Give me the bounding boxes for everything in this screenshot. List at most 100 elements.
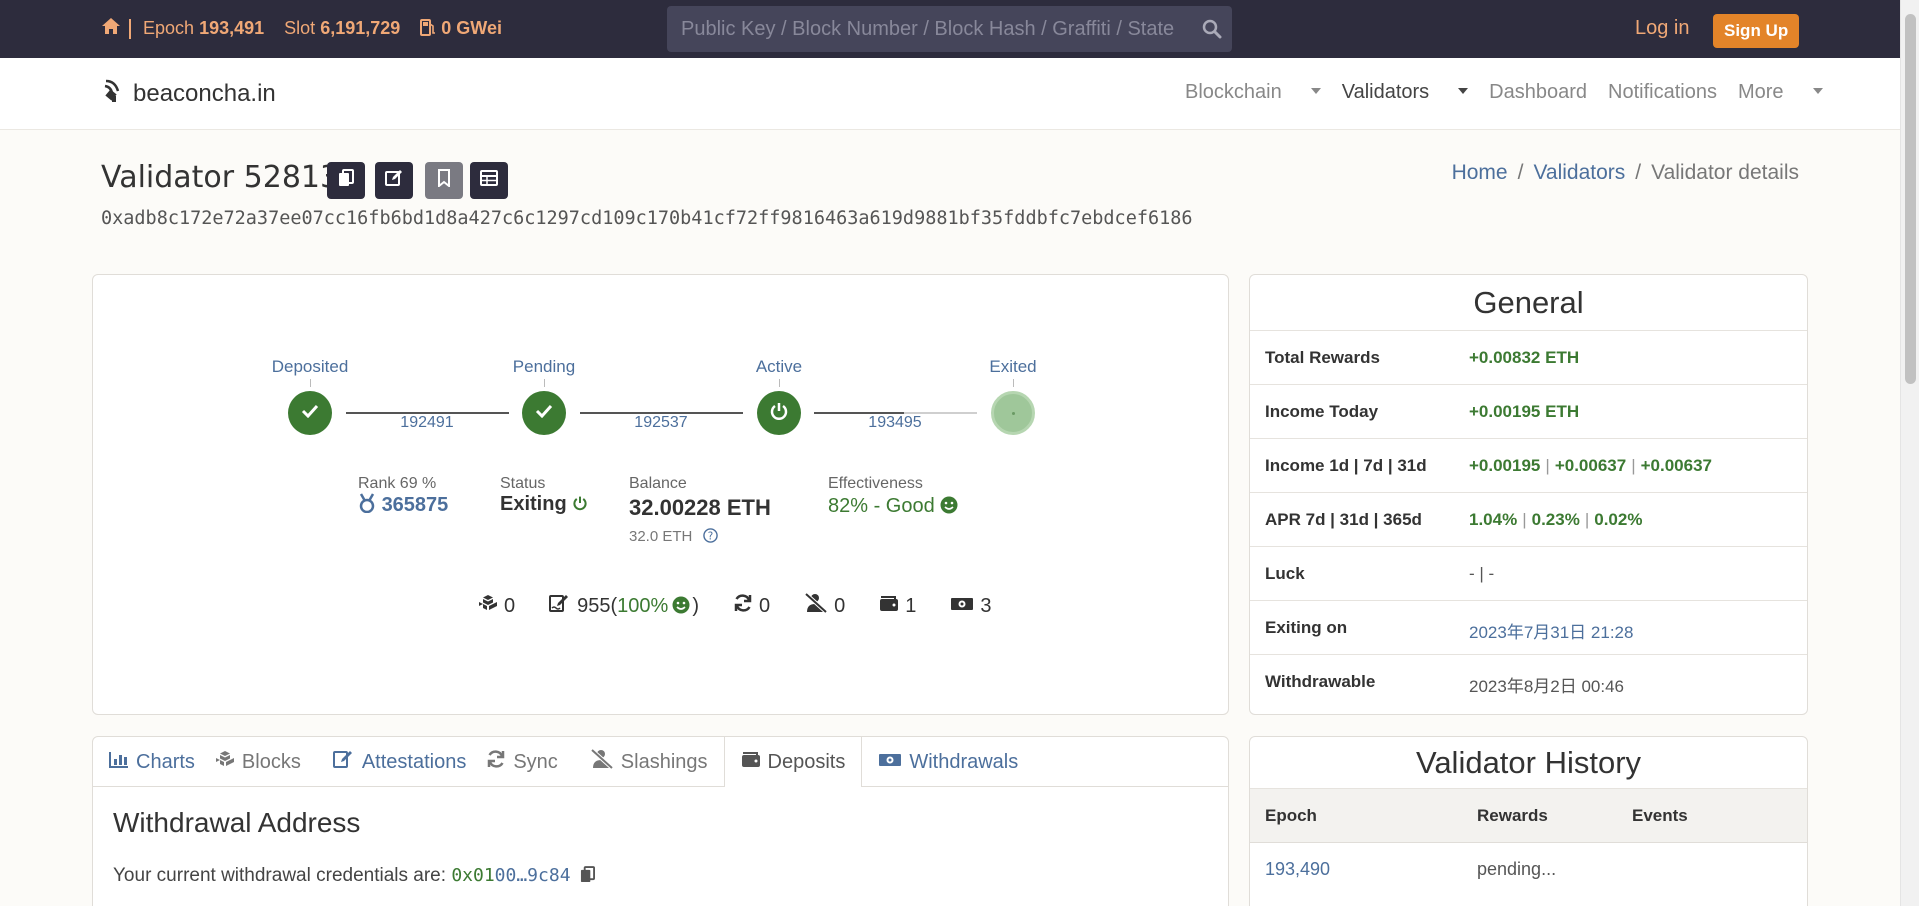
- breadcrumb: Home / Validators / Validator details: [1451, 161, 1799, 184]
- history-epoch[interactable]: 193,490: [1265, 859, 1330, 880]
- stage-pending-label: Pending: [512, 357, 576, 376]
- general-title: General: [1473, 285, 1584, 320]
- slashings-count[interactable]: 0: [804, 592, 845, 619]
- rank-label: Rank 69 %: [358, 475, 437, 492]
- total-rewards-row: Total Rewards +0.00832 ETH: [1250, 330, 1807, 384]
- exiting-value[interactable]: 2023年7月31日 21:28: [1469, 618, 1633, 643]
- help-icon[interactable]: ?: [697, 528, 718, 545]
- gas-indicator[interactable]: 0 GWei: [420, 18, 502, 39]
- copy-button[interactable]: [327, 162, 365, 199]
- slot-indicator[interactable]: Slot 6,191,729: [284, 18, 400, 39]
- search-icon[interactable]: [1202, 19, 1222, 44]
- divider: [129, 18, 131, 39]
- cubes-icon: [478, 594, 504, 618]
- search-input[interactable]: [681, 6, 1186, 52]
- nav-dashboard[interactable]: Dashboard: [1489, 81, 1587, 104]
- scrollbar-thumb[interactable]: [1905, 14, 1916, 384]
- validator-overview-card: Deposited Pending Active Exited 192491 1…: [92, 274, 1229, 715]
- deposits-count[interactable]: 1: [879, 594, 916, 618]
- smile-icon: [668, 595, 692, 618]
- effective-balance: 32.0 ETH ?: [629, 528, 718, 545]
- epoch-indicator[interactable]: Epoch 193,491: [143, 18, 264, 39]
- withdrawable-value: 2023年8月2日 00:46: [1469, 677, 1624, 696]
- sync-count[interactable]: 0: [733, 593, 770, 619]
- credentials-prefix: 0x01: [451, 865, 495, 886]
- stage-exited-circle: [991, 391, 1035, 435]
- copy-icon: [338, 169, 354, 192]
- effectiveness-label: Effectiveness: [828, 475, 923, 492]
- user-slash-icon: [804, 592, 834, 619]
- status-label: Status: [500, 475, 546, 492]
- stage-active-circle: [757, 391, 801, 435]
- nav-more[interactable]: More: [1738, 81, 1823, 104]
- gas-value: 0 GWei: [441, 18, 502, 38]
- tab-slashings[interactable]: Slashings: [574, 737, 724, 787]
- credentials-address[interactable]: 00…9c84: [495, 865, 571, 886]
- column-rewards[interactable]: Rewards: [1477, 806, 1548, 826]
- column-epoch[interactable]: Epoch: [1265, 806, 1317, 826]
- bookmark-button[interactable]: [425, 162, 463, 199]
- withdrawal-credentials-text: Your current withdrawal credentials are:…: [113, 865, 595, 887]
- breadcrumb-current: Validator details: [1651, 161, 1799, 184]
- apr-row: APR 7d | 31d | 365d 1.04% | 0.23% | 0.02%: [1250, 492, 1807, 546]
- check-icon: [301, 404, 319, 423]
- nav-validators[interactable]: Validators: [1342, 81, 1469, 104]
- signup-button[interactable]: Sign Up: [1713, 14, 1800, 48]
- stage-deposited-circle: [288, 391, 332, 435]
- tab-blocks[interactable]: Blocks: [211, 737, 317, 787]
- tab-deposits[interactable]: Deposits: [723, 737, 863, 787]
- signature-icon: [549, 593, 577, 619]
- home-icon[interactable]: [101, 17, 121, 40]
- nav-links: Blockchain Validators Dashboard Notifica…: [1185, 81, 1844, 104]
- svg-text:?: ?: [707, 530, 712, 542]
- chart-bar-icon: [109, 751, 136, 774]
- breadcrumb-validators[interactable]: Validators: [1533, 161, 1625, 184]
- top-bar: Epoch 193,491 Slot 6,191,729 0 GWei Log …: [0, 0, 1900, 58]
- stage-active-label: Active: [755, 357, 803, 376]
- total-rewards-value: +0.00832 ETH: [1469, 348, 1580, 367]
- column-events[interactable]: Events: [1632, 806, 1688, 826]
- nav-notifications[interactable]: Notifications: [1608, 81, 1717, 104]
- edit-icon: [385, 169, 403, 192]
- tab-withdrawals[interactable]: Withdrawals: [862, 737, 1034, 787]
- stage-exited-label: Exited: [989, 357, 1037, 376]
- status-value: Exiting: [500, 493, 588, 516]
- signature-icon: [332, 749, 362, 775]
- brand[interactable]: beaconcha.in: [101, 77, 276, 110]
- active-epoch[interactable]: 193495: [845, 414, 945, 432]
- brand-name: beaconcha.in: [133, 79, 276, 107]
- validator-history-card: Validator History Epoch Rewards Events 1…: [1249, 736, 1808, 906]
- apr-value: 1.04% | 0.23% | 0.02%: [1469, 510, 1643, 529]
- epoch-value: 193,491: [199, 18, 265, 38]
- sync-icon: [486, 749, 513, 775]
- attestations-count[interactable]: 955(100% ): [549, 593, 699, 619]
- blocks-count[interactable]: 0: [478, 594, 515, 618]
- copy-icon[interactable]: [576, 865, 595, 886]
- nav-blockchain[interactable]: Blockchain: [1185, 81, 1321, 104]
- breadcrumb-home[interactable]: Home: [1452, 161, 1508, 184]
- bookmark-icon: [437, 169, 451, 192]
- income-periods-value: +0.00195 | +0.00637 | +0.00637: [1469, 456, 1713, 475]
- dashboard-add-button[interactable]: [470, 162, 508, 199]
- login-link[interactable]: Log in: [1635, 17, 1690, 40]
- tab-attestations[interactable]: Attestations: [317, 737, 483, 787]
- main-nav: beaconcha.in Blockchain Validators Dashb…: [0, 58, 1900, 130]
- gas-pump-icon: [420, 18, 436, 38]
- stage-deposited-label: Deposited: [271, 357, 349, 376]
- edit-button[interactable]: [375, 162, 413, 199]
- chevron-down-icon: [1812, 88, 1823, 94]
- validator-pubkey: 0xadb8c172e72a37ee07cc16fb6bd1d8a427c6c1…: [101, 208, 1193, 229]
- sync-icon: [733, 593, 759, 619]
- deposited-epoch[interactable]: 192491: [377, 414, 477, 432]
- stage-pending-circle: [522, 391, 566, 435]
- tab-charts[interactable]: Charts: [93, 737, 211, 787]
- withdrawable-row: Withdrawable 2023年8月2日 00:46: [1250, 654, 1807, 708]
- page-scrollbar[interactable]: [1900, 0, 1919, 906]
- withdrawals-count[interactable]: 3: [950, 595, 992, 618]
- tab-sync[interactable]: Sync: [482, 737, 573, 787]
- satellite-logo-icon: [101, 77, 125, 110]
- rank-value[interactable]: 365875: [358, 493, 448, 517]
- table-icon: [480, 170, 498, 191]
- pending-epoch[interactable]: 192537: [611, 414, 711, 432]
- wallet-icon: [879, 594, 905, 618]
